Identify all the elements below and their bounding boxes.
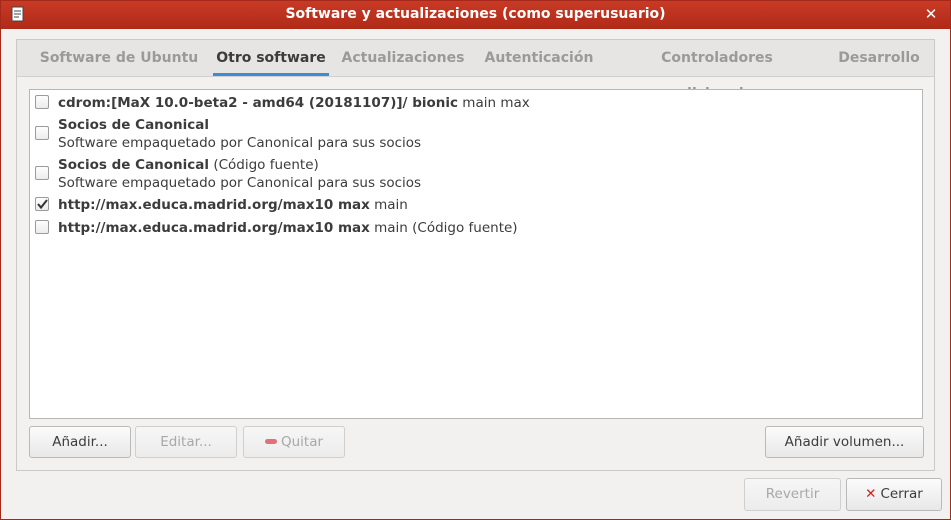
source-label: cdrom:[MaX 10.0-beta2 - amd64 (20181107)… xyxy=(58,94,530,112)
close-label: Cerrar xyxy=(880,486,923,502)
tab-controladores-adicionales[interactable]: Controladores adicionales xyxy=(615,40,819,102)
source-description: Software empaquetado por Canonical para … xyxy=(58,175,422,191)
source-label: http://max.educa.madrid.org/max10 max ma… xyxy=(58,219,518,237)
source-label: http://max.educa.madrid.org/max10 max ma… xyxy=(58,196,408,214)
close-icon: ✕ xyxy=(865,486,877,502)
remove-label: Quitar xyxy=(280,434,324,450)
source-name: http://max.educa.madrid.org/max10 max xyxy=(58,197,370,213)
source-name: http://max.educa.madrid.org/max10 max xyxy=(58,220,370,236)
remove-icon xyxy=(264,438,277,444)
tab-actualizaciones[interactable]: Actualizaciones xyxy=(339,40,467,76)
source-checkbox[interactable] xyxy=(35,220,49,234)
remove-button[interactable]: Quitar xyxy=(243,426,345,458)
tab-bar: Software de Ubuntu Otro software Actuali… xyxy=(17,40,934,102)
sources-list[interactable]: cdrom:[MaX 10.0-beta2 - amd64 (20181107)… xyxy=(29,89,923,419)
tab-desarrollo[interactable]: Desarrollo xyxy=(835,40,923,76)
source-components: main xyxy=(369,197,408,213)
source-row[interactable]: http://max.educa.madrid.org/max10 max ma… xyxy=(35,218,915,238)
tab-otro-software[interactable]: Otro software xyxy=(213,40,329,76)
source-label: Socios de Canonical (Código fuente) Soft… xyxy=(58,156,421,192)
tab-autenticacion[interactable]: Autenticación xyxy=(479,40,599,76)
source-name: Socios de Canonical xyxy=(58,117,210,133)
source-components: (Código fuente) xyxy=(209,157,319,173)
source-components: main max xyxy=(458,95,530,111)
source-checkbox-checked[interactable] xyxy=(35,197,49,211)
source-name: Socios de Canonical xyxy=(58,157,210,173)
add-volume-button[interactable]: Añadir volumen... xyxy=(765,426,924,458)
source-checkbox[interactable] xyxy=(35,95,49,109)
dialog-window: Software y actualizaciones (como superus… xyxy=(0,0,951,520)
source-components: main (Código fuente) xyxy=(369,220,518,236)
revert-button[interactable]: Revertir xyxy=(744,478,841,511)
tab-software-de-ubuntu[interactable]: Software de Ubuntu xyxy=(29,40,209,76)
source-name: cdrom:[MaX 10.0-beta2 - amd64 (20181107)… xyxy=(58,95,458,111)
source-label: Socios de Canonical Software empaquetado… xyxy=(58,116,421,152)
source-row[interactable]: Socios de Canonical (Código fuente) Soft… xyxy=(35,155,915,193)
source-checkbox[interactable] xyxy=(35,126,49,140)
edit-button[interactable]: Editar... xyxy=(135,426,237,458)
source-description: Software empaquetado por Canonical para … xyxy=(58,135,422,151)
close-icon[interactable]: ✕ xyxy=(922,5,940,23)
title-bar[interactable]: Software y actualizaciones (como superus… xyxy=(1,1,950,29)
source-row[interactable]: Socios de Canonical Software empaquetado… xyxy=(35,115,915,153)
close-button[interactable]: ✕ Cerrar xyxy=(846,478,942,511)
source-checkbox[interactable] xyxy=(35,166,49,180)
source-row[interactable]: cdrom:[MaX 10.0-beta2 - amd64 (20181107)… xyxy=(35,93,915,113)
checkmark-icon xyxy=(37,199,48,210)
tab-notebook: Software de Ubuntu Otro software Actuali… xyxy=(16,39,935,471)
window-title: Software y actualizaciones (como superus… xyxy=(285,6,666,22)
source-row[interactable]: http://max.educa.madrid.org/max10 max ma… xyxy=(35,195,915,215)
add-button[interactable]: Añadir... xyxy=(29,426,131,458)
